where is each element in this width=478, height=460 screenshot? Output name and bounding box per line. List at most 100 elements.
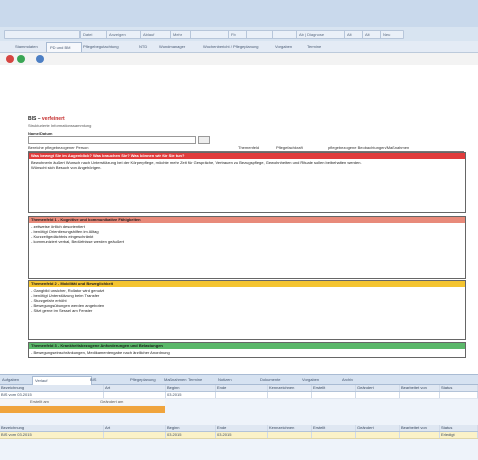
window-title-bar — [0, 0, 478, 27]
tab-termine[interactable]: Termine — [304, 42, 338, 51]
toolbar-button-new[interactable]: Neu — [380, 30, 404, 39]
status-badge: verfeinert — [41, 116, 65, 122]
bottom-tab[interactable]: Notizen — [216, 376, 260, 384]
bottom-tab[interactable]: Termine — [186, 376, 218, 384]
grid-header: Bezeichnung Art Beginn Ende Kennzeichnen Erst… — [0, 385, 478, 392]
column-header: Themenfeld — [238, 145, 260, 150]
toolbar-button-alt[interactable]: Alt — [344, 30, 364, 39]
info-icon[interactable] — [36, 55, 44, 63]
table-cell: 03.2015 — [166, 392, 216, 398]
table-cell — [312, 432, 356, 438]
refresh-icon[interactable] — [17, 55, 25, 63]
toolbar-button-fb[interactable]: Fb — [228, 30, 248, 39]
sub-label-row: Erstellt am Geändert am — [0, 399, 165, 405]
toolbar-button-flow[interactable]: Ablauf — [140, 30, 172, 39]
selection-highlight[interactable] — [0, 406, 165, 413]
bottom-tab[interactable]: Vorgaben — [300, 376, 342, 384]
calendar-icon[interactable] — [198, 136, 210, 144]
toolbar-field-3[interactable] — [272, 30, 298, 39]
column-header: Bezeichnung — [0, 425, 104, 431]
column-header: Erstellt — [312, 385, 356, 391]
tab-pd-bm[interactable]: PD und BM — [46, 42, 82, 52]
toolbar-button-diagnose[interactable]: Ab | Diagnose — [296, 30, 346, 39]
section-line: - kommuniziert verbal, Bedürfnisse werde… — [31, 239, 124, 244]
table-cell — [400, 432, 440, 438]
table-cell — [104, 432, 166, 438]
column-header: Ende — [216, 425, 268, 431]
grid-header: Bezeichnung Art Beginn Ende Kennzeichnen Erst… — [0, 425, 478, 432]
bottom-tab[interactable]: Archiv — [340, 376, 374, 384]
table-cell — [356, 432, 400, 438]
table-row[interactable]: BIS vom 03.2015 03.2015 — [0, 392, 478, 399]
tab-wochenbericht[interactable]: Wochenbericht / Pflegeplanung — [200, 42, 274, 51]
table-row[interactable]: BIS vom 03.2015 03.2015 03.2015 Erledigt — [0, 432, 478, 439]
table-cell: 03.2015 — [216, 432, 268, 438]
close-icon[interactable] — [6, 55, 14, 63]
section-text-area[interactable]: - zeitweise örtlich desorientiert - benöt… — [29, 223, 465, 245]
name-date-field[interactable] — [28, 136, 196, 144]
column-header: Art — [104, 385, 166, 391]
section-text-area[interactable]: - Bewegungseinschränkungen, Medikamenten… — [29, 349, 465, 356]
table-cell — [400, 392, 440, 398]
bottom-panel: Aufgaben Verlauf BIS Pflegeplanung Maßnahmen… — [0, 374, 478, 460]
address-field[interactable] — [4, 30, 80, 39]
section-block[interactable]: Themenfeld 2 - Mobilität und Beweglichke… — [28, 280, 466, 340]
column-header: Ende — [216, 385, 268, 391]
module-tabbar: Stammdaten PD und BM Pflegebegutachtung … — [0, 41, 478, 53]
column-header: Bearbeitet von — [400, 385, 440, 391]
section-text-area[interactable]: Bewohnerin äußert Wunsch nach Unterstütz… — [29, 159, 465, 171]
bottom-tab[interactable]: Dokumente — [258, 376, 302, 384]
table-cell — [104, 392, 166, 398]
column-header: Beginn — [166, 425, 216, 431]
doc-subtitle: Strukturierte Informationssammlung — [28, 123, 92, 128]
table-cell: Erledigt — [440, 432, 478, 438]
column-header: Bereiche pflegebezogener Person — [28, 145, 89, 150]
column-header: Status — [440, 425, 478, 431]
section-text-area[interactable]: - Gangbild unsicher, Rollator wird genut… — [29, 287, 465, 314]
column-header: Pflegefachkraft — [276, 145, 303, 150]
table-cell — [216, 392, 268, 398]
column-header: Geändert — [356, 425, 400, 431]
column-header: Kennzeichnen — [268, 425, 312, 431]
table-cell — [356, 392, 400, 398]
section-line: - Sitzt gerne im Sessel am Fenster — [31, 308, 93, 313]
tab-ntd[interactable]: NTD — [136, 42, 156, 51]
bottom-tab[interactable]: Verlauf — [32, 376, 92, 385]
toolbar-button-view[interactable]: Anzeigen — [106, 30, 142, 39]
tab-wundmanager[interactable]: Wundmanager — [156, 42, 202, 51]
bottom-tab[interactable]: Pflegeplanung — [128, 376, 164, 384]
action-icon-row — [0, 53, 478, 65]
toolbar-field[interactable] — [190, 30, 230, 39]
column-header: Status — [440, 385, 478, 391]
column-header-row: Bereiche pflegebezogener Person Themenfe… — [28, 144, 464, 152]
section-line: - Bewegungseinschränkungen, Medikamenten… — [31, 350, 170, 355]
column-header: Bearbeitet von — [400, 425, 440, 431]
table-cell — [312, 392, 356, 398]
table-cell — [268, 392, 312, 398]
toolbar-button-file[interactable]: Datei — [80, 30, 108, 39]
toolbar-button-more[interactable]: Mehr — [170, 30, 192, 39]
section-line: Wünscht sich Besuch von Angehörigen. — [31, 165, 102, 170]
toolbar-field-2[interactable] — [246, 30, 274, 39]
bottom-tabbar: Aufgaben Verlauf BIS Pflegeplanung Maßnahmen… — [0, 375, 478, 385]
section-block[interactable]: Themenfeld 1 - Kognitive und kommunikati… — [28, 216, 466, 279]
column-header: Erstellt — [312, 425, 356, 431]
tab-vorgaben[interactable]: Vorgaben — [272, 42, 306, 51]
doc-title-text: BIS — [28, 116, 37, 122]
bis-document: BIS – verfeinert Strukturierte Informati… — [22, 112, 466, 374]
page-title: BIS – verfeinert — [28, 116, 65, 122]
section-block[interactable]: Themenfeld 3 - Krankheitsbezogene Anford… — [28, 342, 466, 358]
bottom-tab[interactable]: Maßnahmen — [162, 376, 188, 384]
breadcrumb — [0, 66, 478, 74]
bottom-tab[interactable]: BIS — [88, 376, 130, 384]
created-label: Erstellt am — [30, 399, 49, 404]
bottom-tab[interactable]: Aufgaben — [0, 376, 34, 384]
table-cell: BIS vom 03.2015 — [0, 432, 104, 438]
toolbar-button-alt-2[interactable]: Alt — [362, 30, 382, 39]
section-block[interactable]: Was bewegt Sie im Augenblick? Was brauch… — [28, 152, 466, 213]
table-cell — [268, 432, 312, 438]
column-header: Geändert — [356, 385, 400, 391]
column-header: pflegebezogene Beobachtungen/Maßnahmen — [328, 145, 410, 150]
tab-pflegebegutachtung[interactable]: Pflegebegutachtung — [80, 42, 136, 51]
table-cell: BIS vom 03.2015 — [0, 392, 104, 398]
